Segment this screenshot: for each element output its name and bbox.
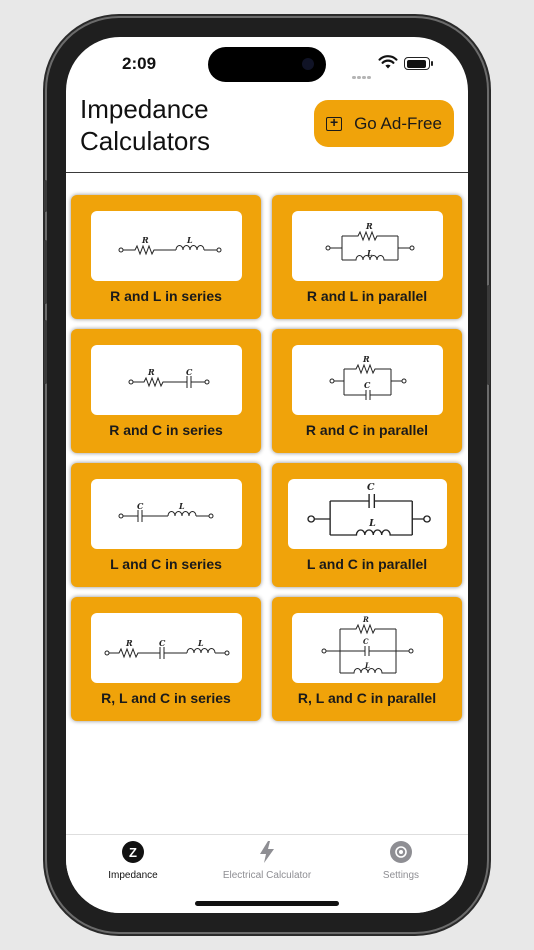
rl-series-circuit-diagram: R L	[91, 211, 242, 281]
camera-icon	[302, 58, 314, 70]
rc-series-circuit-diagram: R C	[91, 345, 242, 415]
tab-electrical-calculator-label: Electrical Calculator	[222, 870, 312, 881]
wifi-icon	[378, 55, 398, 75]
volume-down-button	[44, 320, 47, 384]
rlc-parallel-circuit-diagram: R C L	[292, 613, 443, 683]
svg-text:L: L	[197, 638, 204, 648]
svg-text:C: C	[186, 367, 193, 377]
card-label: R, L and C in series	[101, 690, 231, 706]
mute-switch	[44, 180, 47, 212]
cellular-signal-icon	[352, 66, 372, 84]
svg-text:C: C	[364, 380, 371, 390]
app-screen: 2:09 Impedance Calculators Go Ad-Free	[66, 37, 468, 913]
card-lc-series[interactable]: C L L and C in series	[71, 463, 261, 587]
rc-parallel-circuit-diagram: R C	[292, 345, 443, 415]
status-time: 2:09	[122, 54, 157, 73]
svg-text:L: L	[366, 248, 373, 258]
page-title-line2: Calculators	[80, 126, 211, 156]
tab-electrical-calculator[interactable]: Electrical Calculator	[200, 841, 334, 881]
svg-text:R: R	[362, 354, 370, 364]
card-rlc-parallel[interactable]: R C L R, L and C in parallel	[272, 597, 462, 721]
status-bar: 2:09	[66, 37, 468, 93]
svg-text:R: R	[125, 638, 133, 648]
plus-square-icon	[326, 114, 343, 131]
svg-text:L: L	[364, 661, 370, 670]
card-label: R and L in parallel	[306, 288, 428, 304]
home-indicator[interactable]	[195, 901, 339, 906]
dynamic-island	[208, 47, 326, 82]
card-label: R and L in series	[110, 288, 222, 304]
card-label: R and C in series	[109, 422, 223, 438]
card-lc-parallel[interactable]: C L L and C in parallel	[272, 463, 462, 587]
svg-text:C: C	[367, 482, 375, 493]
card-label: R and C in parallel	[305, 422, 429, 438]
z-circle-icon: Z	[122, 841, 144, 863]
rlc-series-circuit-diagram: R C L	[91, 613, 242, 683]
lc-parallel-circuit-diagram: C L	[288, 479, 447, 549]
lc-series-circuit-diagram: C L	[91, 479, 242, 549]
volume-up-button	[44, 240, 47, 304]
gear-icon	[390, 841, 412, 863]
page-title: Impedance Calculators	[80, 93, 210, 157]
svg-text:L: L	[368, 518, 376, 529]
svg-text:R: R	[147, 367, 155, 377]
tab-settings[interactable]: Settings	[334, 841, 468, 881]
svg-text:C: C	[363, 637, 369, 646]
power-button	[487, 285, 490, 385]
battery-icon	[404, 57, 433, 70]
card-rc-parallel[interactable]: R C R and C in parallel	[272, 329, 462, 453]
page-title-line1: Impedance	[80, 94, 209, 124]
svg-text:L: L	[178, 501, 185, 511]
card-label: L and C in parallel	[306, 556, 428, 572]
svg-text:L: L	[186, 235, 193, 245]
card-rl-series[interactable]: R L R and L in series	[71, 195, 261, 319]
tab-impedance[interactable]: Z Impedance	[66, 841, 200, 881]
go-ad-free-label: Go Ad-Free	[354, 113, 442, 133]
svg-text:R: R	[365, 221, 373, 231]
header-divider	[66, 172, 468, 173]
card-label: L and C in series	[110, 556, 222, 572]
tab-settings-label: Settings	[382, 870, 420, 881]
svg-text:C: C	[137, 501, 144, 511]
card-label: R, L and C in parallel	[297, 690, 437, 706]
card-rc-series[interactable]: R C R and C in series	[71, 329, 261, 453]
svg-text:C: C	[159, 638, 166, 648]
svg-text:R: R	[362, 615, 369, 624]
go-ad-free-button[interactable]: Go Ad-Free	[314, 100, 454, 147]
tab-impedance-label: Impedance	[108, 870, 158, 881]
svg-text:R: R	[141, 235, 149, 245]
bolt-icon	[256, 841, 278, 863]
card-rlc-series[interactable]: R C L R, L and C in series	[71, 597, 261, 721]
card-rl-parallel[interactable]: R L R and L in parallel	[272, 195, 462, 319]
rl-parallel-circuit-diagram: R L	[292, 211, 443, 281]
